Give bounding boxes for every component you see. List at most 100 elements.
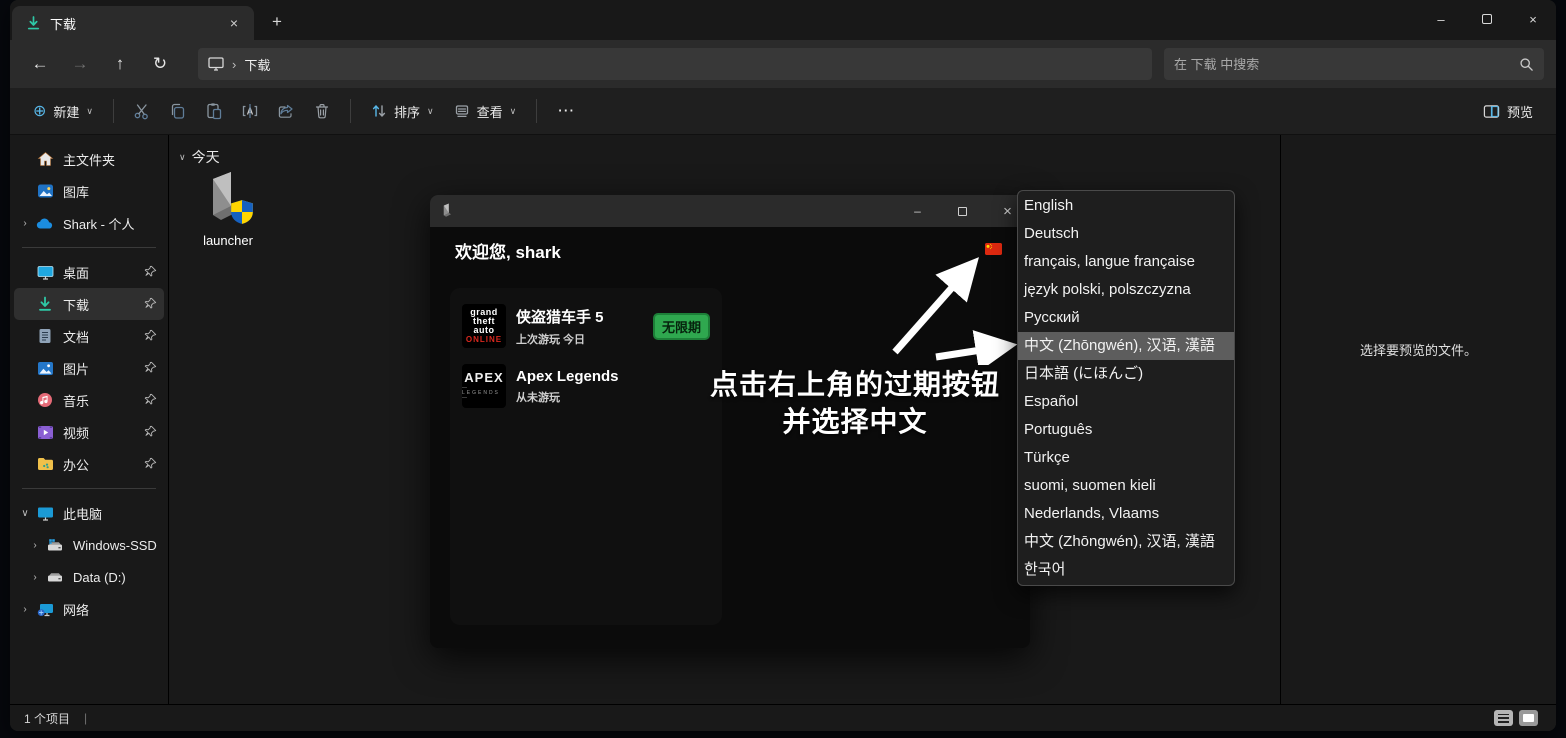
refresh-button[interactable]: ↻: [142, 48, 178, 80]
tab-close-icon[interactable]: ×: [222, 11, 246, 35]
uac-shield-icon: [229, 199, 255, 225]
launcher-maximize-button[interactable]: [940, 195, 985, 227]
download-icon: [36, 295, 54, 313]
sidebar-item-documents[interactable]: 文档: [14, 320, 164, 352]
language-item[interactable]: Türkçe: [1018, 444, 1234, 472]
annotation-instruction-text: 点击右上角的过期按钮 并选择中文: [695, 366, 1015, 440]
share-button[interactable]: [269, 95, 303, 127]
windows-drive-icon: [46, 536, 64, 554]
large-icons-view-button[interactable]: [1519, 710, 1538, 726]
paste-button[interactable]: [197, 95, 231, 127]
launcher-title-bar[interactable]: – ×: [430, 195, 1030, 227]
new-button-label: 新建: [53, 102, 79, 121]
cut-button[interactable]: [125, 95, 159, 127]
language-item[interactable]: français, langue française: [1018, 248, 1234, 276]
language-item[interactable]: 日本語 (にほんご): [1018, 360, 1234, 388]
game-title: 侠盗猎车手 5: [516, 306, 643, 327]
rename-button[interactable]: [233, 95, 267, 127]
copy-button[interactable]: [161, 95, 195, 127]
language-menu: English Deutsch français, langue françai…: [1017, 190, 1235, 586]
preview-toggle-button[interactable]: 预览: [1474, 96, 1542, 127]
language-item[interactable]: 中文 (Zhōngwén), 汉语, 漢語: [1018, 528, 1234, 556]
sidebar-item-pictures[interactable]: 图片: [14, 352, 164, 384]
language-item[interactable]: Русский: [1018, 304, 1234, 332]
sidebar-divider: [22, 488, 156, 489]
home-icon: [36, 150, 54, 168]
close-button[interactable]: ×: [1510, 0, 1556, 38]
expand-chevron-icon[interactable]: ›: [24, 540, 46, 551]
sort-button[interactable]: 排序 ∨: [362, 96, 443, 127]
back-button[interactable]: ←: [22, 48, 58, 80]
chevron-down-icon: ∨: [179, 152, 186, 163]
onedrive-cloud-icon: [36, 214, 54, 232]
language-item[interactable]: English: [1018, 192, 1234, 220]
sidebar-item-onedrive[interactable]: › Shark - 个人: [14, 207, 164, 239]
sidebar-item-videos[interactable]: 视频: [14, 416, 164, 448]
desktop-icon: [36, 263, 54, 281]
collapse-chevron-icon[interactable]: ∨: [14, 508, 36, 519]
game-row-gta5[interactable]: grand theft auto ONLINE 侠盗猎车手 5 上次游玩 今日 …: [458, 296, 714, 356]
sidebar-item-downloads[interactable]: 下载: [14, 288, 164, 320]
sort-button-label: 排序: [394, 102, 420, 121]
search-box[interactable]: [1164, 48, 1544, 80]
navigation-bar: ← → ↑ ↻ › 下载: [10, 40, 1556, 88]
forward-button[interactable]: →: [62, 48, 98, 80]
game-last-played: 上次游玩 今日: [516, 331, 643, 347]
up-button[interactable]: ↑: [102, 48, 138, 80]
maximize-button[interactable]: [1464, 0, 1510, 38]
language-item[interactable]: Nederlands, Vlaams: [1018, 500, 1234, 528]
language-item[interactable]: suomi, suomen kieli: [1018, 472, 1234, 500]
language-item[interactable]: Deutsch: [1018, 220, 1234, 248]
sidebar-item-desktop[interactable]: 桌面: [14, 256, 164, 288]
sidebar-item-home[interactable]: 主文件夹: [14, 143, 164, 175]
file-launcher[interactable]: launcher: [183, 171, 273, 248]
minimize-button[interactable]: –: [1418, 0, 1464, 38]
more-options-button[interactable]: ⋯: [548, 95, 583, 127]
breadcrumb[interactable]: 下载: [244, 55, 270, 74]
address-bar[interactable]: › 下载: [198, 48, 1152, 80]
language-item[interactable]: 한국어: [1018, 556, 1234, 584]
new-button[interactable]: ⊕ 新建 ∨: [24, 95, 102, 127]
pin-icon: [144, 329, 158, 343]
toolbar-divider: [350, 99, 351, 123]
details-view-button[interactable]: [1494, 710, 1513, 726]
game-last-played: 从未游玩: [516, 389, 710, 405]
launcher-minimize-button[interactable]: –: [895, 195, 940, 227]
expand-chevron-icon[interactable]: ›: [14, 218, 36, 229]
tab-downloads[interactable]: 下载 ×: [12, 6, 254, 40]
search-input[interactable]: [1174, 57, 1519, 72]
network-icon: [36, 600, 54, 618]
language-item-selected[interactable]: 中文 (Zhōngwén), 汉语, 漢語: [1018, 332, 1234, 360]
sidebar-item-drive-d[interactable]: › Data (D:): [14, 561, 164, 593]
sidebar-item-music[interactable]: 音乐: [14, 384, 164, 416]
view-icon: [454, 103, 470, 119]
launcher-window-controls: – ×: [895, 195, 1030, 227]
game-list-panel: grand theft auto ONLINE 侠盗猎车手 5 上次游玩 今日 …: [450, 288, 722, 625]
search-icon[interactable]: [1519, 57, 1534, 72]
sidebar-item-office-folder[interactable]: 办公: [14, 448, 164, 480]
sidebar-item-network[interactable]: › 网络: [14, 593, 164, 625]
language-item[interactable]: język polski, polszczyzna: [1018, 276, 1234, 304]
sidebar-item-this-pc[interactable]: ∨ 此电脑: [14, 497, 164, 529]
group-header-today[interactable]: ∨ 今天: [169, 135, 1280, 167]
this-pc-icon: [36, 504, 54, 522]
expand-chevron-icon[interactable]: ›: [24, 572, 46, 583]
document-icon: [36, 327, 54, 345]
new-tab-button[interactable]: +: [262, 8, 292, 36]
game-row-apex[interactable]: APEX —LEGENDS— Apex Legends 从未游玩: [458, 356, 714, 416]
game-title: Apex Legends: [516, 368, 710, 385]
preview-toggle-label: 预览: [1507, 102, 1533, 121]
sidebar-item-drive-c[interactable]: › Windows-SSD (C:): [14, 529, 164, 561]
sort-icon: [371, 103, 387, 119]
plus-circle-icon: ⊕: [33, 101, 46, 121]
view-button[interactable]: 查看 ∨: [445, 96, 526, 127]
music-icon: [36, 391, 54, 409]
delete-button[interactable]: [305, 95, 339, 127]
language-flag-button[interactable]: [985, 243, 1002, 255]
language-item[interactable]: Español: [1018, 388, 1234, 416]
language-item[interactable]: Português: [1018, 416, 1234, 444]
pictures-icon: [36, 359, 54, 377]
sidebar-item-gallery[interactable]: 图库: [14, 175, 164, 207]
expand-chevron-icon[interactable]: ›: [14, 604, 36, 615]
item-count: 1 个项目: [24, 710, 70, 727]
